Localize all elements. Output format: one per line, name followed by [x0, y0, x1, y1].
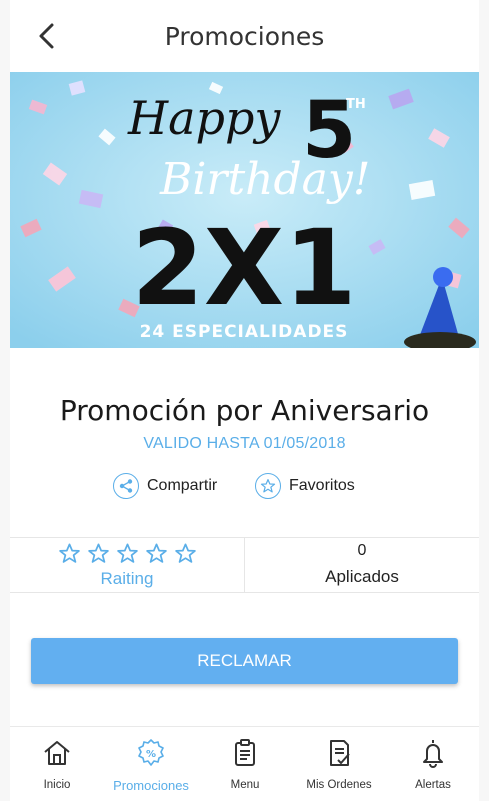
svg-text:%: % — [146, 749, 156, 760]
tab-alertas[interactable]: Alertas — [386, 727, 480, 801]
tab-promociones[interactable]: % Promociones — [104, 727, 198, 801]
tab-mis-ordenes[interactable]: Mis Ordenes — [292, 727, 386, 801]
bell-icon — [423, 740, 443, 768]
share-button[interactable]: Compartir — [113, 473, 217, 499]
tab-label: Menu — [230, 779, 260, 791]
app-screen: Promociones Happy 5 TH Birthday! 2X1 24 … — [10, 0, 479, 801]
svg-text:2X1: 2X1 — [132, 207, 357, 329]
svg-text:Happy: Happy — [127, 91, 281, 145]
valid-until-text: VALIDO HASTA 01/05/2018 — [143, 435, 346, 452]
bottom-tab-bar: Inicio % Promociones Menu Mis Ordenes Al… — [10, 726, 479, 801]
checklist-icon — [330, 740, 350, 766]
svg-text:Birthday!: Birthday! — [159, 154, 370, 205]
applied-count: 0 — [357, 542, 367, 559]
tab-inicio[interactable]: Inicio — [10, 727, 104, 801]
promo-actions: Compartir Favoritos — [10, 473, 479, 505]
applied-label: Aplicados — [325, 567, 399, 586]
tab-menu[interactable]: Menu — [198, 727, 292, 801]
promo-stats: Raiting 0 Aplicados — [10, 537, 479, 593]
applied-section: 0 Aplicados — [245, 538, 479, 592]
rating-stars — [58, 542, 197, 565]
svg-text:TH: TH — [346, 97, 366, 112]
promo-title: Promoción por Aniversario — [59, 394, 430, 427]
rating-star-icon[interactable] — [116, 542, 139, 565]
rating-star-icon[interactable] — [174, 542, 197, 565]
tab-label: Promociones — [113, 778, 189, 793]
share-icon — [113, 473, 139, 499]
rating-star-icon[interactable] — [87, 542, 110, 565]
claim-button[interactable]: RECLAMAR — [31, 638, 458, 684]
home-icon — [44, 741, 70, 765]
rating-star-icon[interactable] — [145, 542, 168, 565]
tab-label: Alertas — [415, 779, 451, 791]
favorite-button[interactable]: Favoritos — [255, 473, 355, 499]
tab-label: Inicio — [43, 779, 71, 791]
share-label: Compartir — [147, 477, 218, 494]
rating-star-icon[interactable] — [58, 542, 81, 565]
rating-section: Raiting — [10, 538, 244, 592]
promo-percent-icon: % — [138, 739, 164, 766]
svg-text:24 ESPECIALIDADES: 24 ESPECIALIDADES — [140, 322, 349, 342]
page-title: Promociones — [164, 22, 325, 51]
tab-label: Mis Ordenes — [306, 779, 372, 791]
header: Promociones — [10, 0, 479, 72]
star-icon — [255, 473, 281, 499]
rating-label: Raiting — [100, 569, 154, 588]
clipboard-icon — [235, 739, 255, 766]
promo-banner-image: Happy 5 TH Birthday! 2X1 24 ESPECIALIDAD… — [10, 72, 479, 348]
favorite-label: Favoritos — [289, 477, 355, 494]
